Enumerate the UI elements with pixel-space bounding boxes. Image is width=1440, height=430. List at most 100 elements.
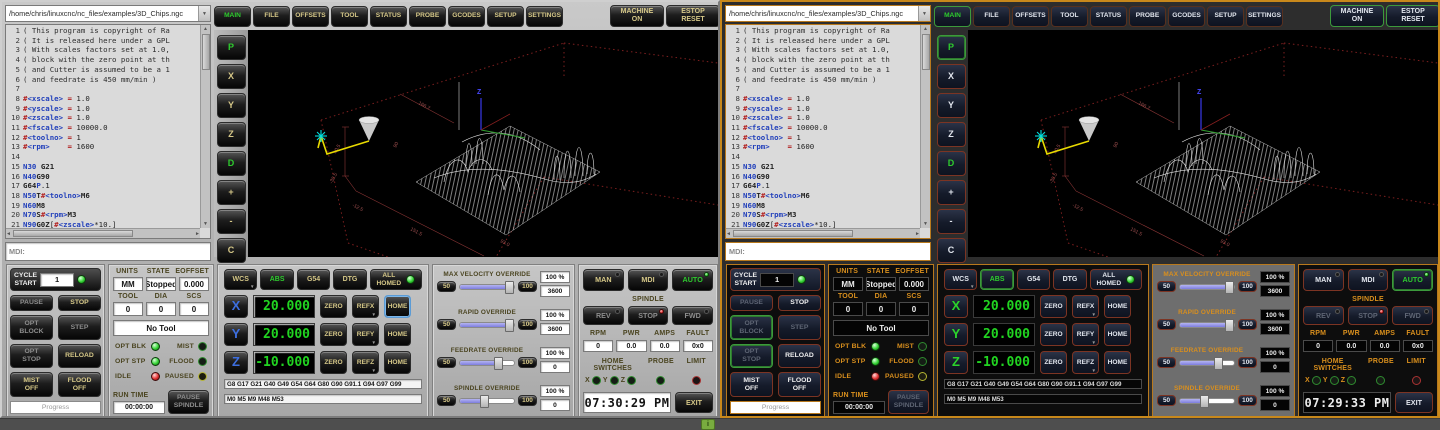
scroll-up-icon[interactable]: ▲ <box>923 25 928 33</box>
side-button-minus[interactable]: - <box>217 209 246 234</box>
tab-offsets[interactable]: OFFSETS <box>292 6 329 27</box>
opt-stop-button[interactable]: OPTSTOP <box>730 344 773 369</box>
slider-handle[interactable] <box>1214 357 1223 370</box>
override-min-button[interactable]: 50 <box>437 395 456 406</box>
reload-button[interactable]: RELOAD <box>778 344 821 369</box>
slider-handle[interactable] <box>480 395 489 408</box>
spindle-slider[interactable] <box>459 398 515 404</box>
rapid-slider[interactable] <box>459 322 515 328</box>
override-max-button[interactable]: 100 <box>1238 395 1257 406</box>
slider-handle[interactable] <box>1200 395 1209 408</box>
all-homed-button[interactable]: ALLHOMED <box>370 269 422 290</box>
side-button-x[interactable]: X <box>937 64 966 89</box>
override-max-button[interactable]: 100 <box>518 357 537 368</box>
scroll-right-icon[interactable]: ► <box>915 230 920 238</box>
scroll-left-icon[interactable]: ◄ <box>6 230 11 238</box>
side-button-x[interactable]: X <box>217 64 246 89</box>
scroll-right-icon[interactable]: ► <box>195 230 200 238</box>
max-velocity-slider[interactable] <box>459 284 515 290</box>
dtg-button[interactable]: DTG <box>333 269 366 290</box>
scroll-down-icon[interactable]: ▼ <box>923 220 928 228</box>
zero-x-button[interactable]: ZERO <box>1040 295 1067 318</box>
stop-button[interactable]: STOP <box>58 295 101 311</box>
side-button-c[interactable]: C <box>217 238 246 263</box>
tab-status[interactable]: STATUS <box>1090 6 1127 27</box>
exit-button[interactable]: EXIT <box>1395 392 1433 413</box>
tab-setup[interactable]: SETUP <box>1207 6 1244 27</box>
machine-on-button[interactable]: MACHINEON <box>610 5 664 27</box>
man-button[interactable]: MAN <box>583 269 624 291</box>
slider-handle[interactable] <box>505 319 514 332</box>
vertical-scrollbar[interactable]: ▲ ▼ <box>200 25 210 228</box>
home-z-button[interactable]: HOME <box>1104 351 1131 374</box>
stop-button[interactable]: STOP <box>778 295 821 311</box>
scroll-thumb[interactable] <box>202 34 210 70</box>
override-min-button[interactable]: 50 <box>1157 281 1176 292</box>
wcs-button[interactable]: WCS▼ <box>944 269 977 290</box>
gcode-preview[interactable] <box>968 30 1438 257</box>
side-button-plus[interactable]: + <box>937 180 966 205</box>
scroll-down-icon[interactable]: ▼ <box>203 220 208 228</box>
abs-button[interactable]: ABS <box>260 269 293 290</box>
override-min-button[interactable]: 50 <box>1157 395 1176 406</box>
max-velocity-slider[interactable] <box>1179 284 1235 290</box>
gcode-preview[interactable] <box>248 30 718 257</box>
refy-button[interactable]: REFY▼ <box>1072 323 1099 346</box>
opt-block-button[interactable]: OPTBLOCK <box>10 315 53 340</box>
exit-button[interactable]: EXIT <box>675 392 713 413</box>
scroll-up-icon[interactable]: ▲ <box>203 25 208 33</box>
tab-main[interactable]: MAIN <box>214 6 251 27</box>
override-min-button[interactable]: 50 <box>437 357 456 368</box>
dtg-button[interactable]: DTG <box>1053 269 1086 290</box>
combo-dropdown-icon[interactable]: ▼ <box>198 6 210 21</box>
mdi-input[interactable]: MDI: <box>5 242 211 261</box>
file-path-combo[interactable]: /home/chris/linuxcnc/nc_files/examples/3… <box>5 5 211 22</box>
axis-z-button[interactable]: Z <box>224 351 248 374</box>
gcode-editor[interactable]: 1( This program is copyright of Ra2( It … <box>5 24 211 239</box>
machine-on-button[interactable]: MACHINEON <box>1330 5 1384 27</box>
reload-button[interactable]: RELOAD <box>58 344 101 369</box>
pause-spindle-button[interactable]: PAUSESPINDLE <box>168 390 209 414</box>
scroll-thumb[interactable] <box>922 34 930 70</box>
mdi-input[interactable]: MDI: <box>725 242 931 261</box>
spindle-stop-button[interactable]: STOP <box>628 306 669 325</box>
man-button[interactable]: MAN <box>1303 269 1344 291</box>
horizontal-scrollbar[interactable]: ◄ ► <box>6 228 200 238</box>
refy-button[interactable]: REFY▼ <box>352 323 379 346</box>
slider-handle[interactable] <box>1225 319 1234 332</box>
side-button-minus[interactable]: - <box>937 209 966 234</box>
tab-status[interactable]: STATUS <box>370 6 407 27</box>
tab-tool[interactable]: TOOL <box>1051 6 1088 27</box>
horizontal-scrollbar[interactable]: ◄ ► <box>726 228 920 238</box>
refz-button[interactable]: REFZ▼ <box>352 351 379 374</box>
estop-reset-button[interactable]: ESTOPRESET <box>666 5 720 27</box>
mdi-button[interactable]: MDI <box>628 269 669 291</box>
home-y-button[interactable]: HOME <box>1104 323 1131 346</box>
zero-z-button[interactable]: ZERO <box>320 351 347 374</box>
side-button-c[interactable]: C <box>937 238 966 263</box>
pause-spindle-button[interactable]: PAUSESPINDLE <box>888 390 929 414</box>
home-x-button[interactable]: HOME <box>1104 295 1131 318</box>
tab-probe[interactable]: PROBE <box>1129 6 1166 27</box>
tab-offsets[interactable]: OFFSETS <box>1012 6 1049 27</box>
abs-button[interactable]: ABS <box>980 269 1013 290</box>
mist-off-button[interactable]: MISTOFF <box>10 372 53 397</box>
override-min-button[interactable]: 50 <box>1157 357 1176 368</box>
zero-y-button[interactable]: ZERO <box>320 323 347 346</box>
step-button[interactable]: STEP <box>778 315 821 340</box>
home-z-button[interactable]: HOME <box>384 351 411 374</box>
spindle-rev-button[interactable]: REV <box>583 306 624 325</box>
mdi-button[interactable]: MDI <box>1348 269 1389 291</box>
tab-main[interactable]: MAIN <box>934 6 971 27</box>
tray-icon[interactable]: i <box>701 419 715 430</box>
opt-block-button[interactable]: OPTBLOCK <box>730 315 773 340</box>
scroll-left-icon[interactable]: ◄ <box>726 230 731 238</box>
spindle-rev-button[interactable]: REV <box>1303 306 1344 325</box>
wcs-button[interactable]: WCS▼ <box>224 269 257 290</box>
refx-button[interactable]: REFX▼ <box>352 295 379 318</box>
zero-z-button[interactable]: ZERO <box>1040 351 1067 374</box>
tab-file[interactable]: FILE <box>253 6 290 27</box>
cycle-start-button[interactable]: CYCLESTART 1 <box>10 268 101 291</box>
auto-button[interactable]: AUTO <box>1392 269 1433 291</box>
side-button-d[interactable]: D <box>217 151 246 176</box>
